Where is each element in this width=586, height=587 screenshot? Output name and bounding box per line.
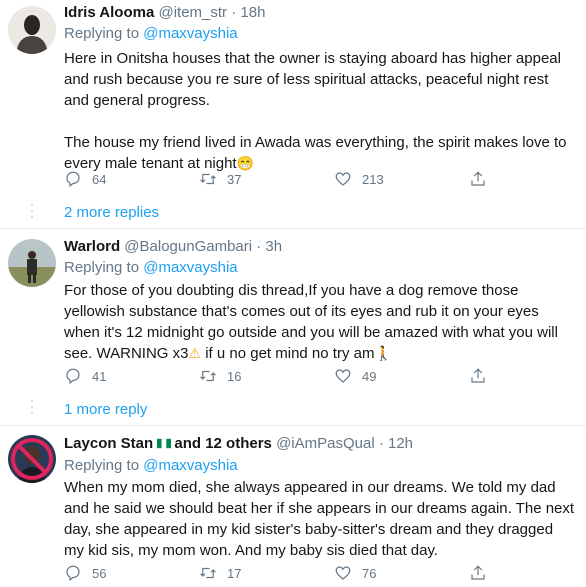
retweet-icon bbox=[200, 173, 216, 185]
tweet-3[interactable]: Laycon Stan and 12 others @iAmPasQual · … bbox=[0, 425, 586, 587]
nigeria-flag-icon bbox=[157, 438, 172, 449]
tweet-text: When my mom died, she always appeared in… bbox=[64, 477, 576, 561]
retweet-button[interactable]: 16 bbox=[199, 367, 241, 385]
avatar[interactable] bbox=[8, 435, 56, 483]
like-count: 213 bbox=[362, 171, 384, 187]
like-button[interactable]: 49 bbox=[334, 367, 376, 385]
retweet-icon bbox=[200, 370, 216, 382]
tweet-header: Laycon Stan and 12 others @iAmPasQual · … bbox=[64, 434, 413, 454]
like-count: 49 bbox=[362, 368, 377, 384]
replying-to: Replying to @maxvayshia bbox=[64, 258, 238, 278]
retweet-button[interactable]: 37 bbox=[199, 170, 241, 188]
retweet-icon bbox=[200, 567, 216, 579]
reply-count: 41 bbox=[92, 368, 107, 384]
replying-prefix: Replying to bbox=[64, 457, 144, 474]
author-name[interactable]: Laycon Stan and 12 others bbox=[64, 435, 272, 452]
tweet-paragraph: Here in Onitsha houses that the owner is… bbox=[64, 50, 561, 109]
paragraph-tail: if u no get mind no try am bbox=[201, 345, 375, 362]
replying-prefix: Replying to bbox=[64, 25, 144, 42]
reply-button[interactable]: 56 bbox=[64, 564, 106, 582]
like-icon bbox=[335, 172, 351, 186]
author-name[interactable]: Idris Alooma bbox=[64, 4, 154, 21]
more-replies-link[interactable]: 1 more reply bbox=[64, 401, 147, 418]
like-button[interactable]: 76 bbox=[334, 564, 376, 582]
share-button[interactable] bbox=[469, 564, 497, 582]
replying-link[interactable]: @maxvayshia bbox=[143, 457, 237, 474]
tweet-header: Warlord @BalogunGambari · 3h bbox=[64, 237, 282, 257]
retweet-count: 17 bbox=[227, 565, 242, 581]
like-count: 76 bbox=[362, 565, 377, 581]
replying-prefix: Replying to bbox=[64, 259, 144, 276]
author-name-suffix: and 12 others bbox=[174, 435, 272, 452]
replying-to: Replying to @maxvayshia bbox=[64, 24, 238, 44]
author-handle[interactable]: @BalogunGambari bbox=[124, 238, 252, 255]
more-replies-link[interactable]: 2 more replies bbox=[64, 204, 159, 221]
replying-to: Replying to @maxvayshia bbox=[64, 456, 238, 476]
tweet-actions: 64 37 213 bbox=[64, 170, 494, 190]
like-button[interactable]: 213 bbox=[334, 170, 384, 188]
reply-button[interactable]: 41 bbox=[64, 367, 106, 385]
tweet-paragraph: The house my friend lived in Awada was e… bbox=[64, 132, 576, 174]
author-handle[interactable]: @iAmPasQual bbox=[276, 435, 375, 452]
like-icon bbox=[335, 369, 351, 383]
avatar[interactable] bbox=[8, 6, 56, 54]
retweet-button[interactable]: 17 bbox=[199, 564, 241, 582]
tweet-paragraph: When my mom died, she always appeared in… bbox=[64, 479, 575, 559]
reply-count: 64 bbox=[92, 171, 107, 187]
replying-link[interactable]: @maxvayshia bbox=[143, 259, 237, 276]
avatar[interactable] bbox=[8, 239, 56, 287]
author-name-text: Laycon Stan bbox=[64, 435, 154, 452]
tweet-text: For those of you doubting dis thread,If … bbox=[64, 280, 576, 364]
share-button[interactable] bbox=[469, 170, 497, 188]
share-icon bbox=[471, 171, 485, 186]
share-icon bbox=[471, 565, 485, 580]
tweet-time[interactable]: · 3h bbox=[256, 238, 282, 255]
retweet-count: 16 bbox=[227, 368, 242, 384]
walking-emoji-icon: 🚶 bbox=[374, 345, 392, 361]
tweet-paragraph: For those of you doubting dis thread,If … bbox=[64, 280, 576, 364]
author-handle[interactable]: @item_str bbox=[158, 4, 227, 21]
tweet-time[interactable]: · 18h bbox=[231, 4, 265, 21]
tweet-1[interactable]: Idris Alooma @item_str · 18h Replying to… bbox=[0, 0, 586, 200]
thread-dots bbox=[31, 204, 33, 222]
author-name[interactable]: Warlord bbox=[64, 238, 120, 255]
tweet-time[interactable]: · 12h bbox=[379, 435, 413, 452]
tweet-2[interactable]: Warlord @BalogunGambari · 3h Replying to… bbox=[0, 228, 586, 398]
tweet-actions: 41 16 49 bbox=[64, 367, 494, 387]
retweet-count: 37 bbox=[227, 171, 242, 187]
share-button[interactable] bbox=[469, 367, 497, 385]
tweet-actions: 56 17 76 bbox=[64, 564, 494, 584]
reply-icon bbox=[66, 368, 80, 384]
paragraph-text: The house my friend lived in Awada was e… bbox=[64, 134, 567, 172]
thread-dots bbox=[31, 400, 33, 418]
tweet-header: Idris Alooma @item_str · 18h bbox=[64, 3, 265, 23]
reply-icon bbox=[66, 171, 80, 187]
reply-button[interactable]: 64 bbox=[64, 170, 106, 188]
reply-count: 56 bbox=[92, 565, 107, 581]
like-icon bbox=[335, 566, 351, 580]
replying-link[interactable]: @maxvayshia bbox=[143, 25, 237, 42]
reply-icon bbox=[66, 565, 80, 581]
tweet-text: Here in Onitsha houses that the owner is… bbox=[64, 48, 576, 174]
warning-emoji-icon: ⚠ bbox=[188, 345, 202, 361]
share-icon bbox=[471, 368, 485, 383]
